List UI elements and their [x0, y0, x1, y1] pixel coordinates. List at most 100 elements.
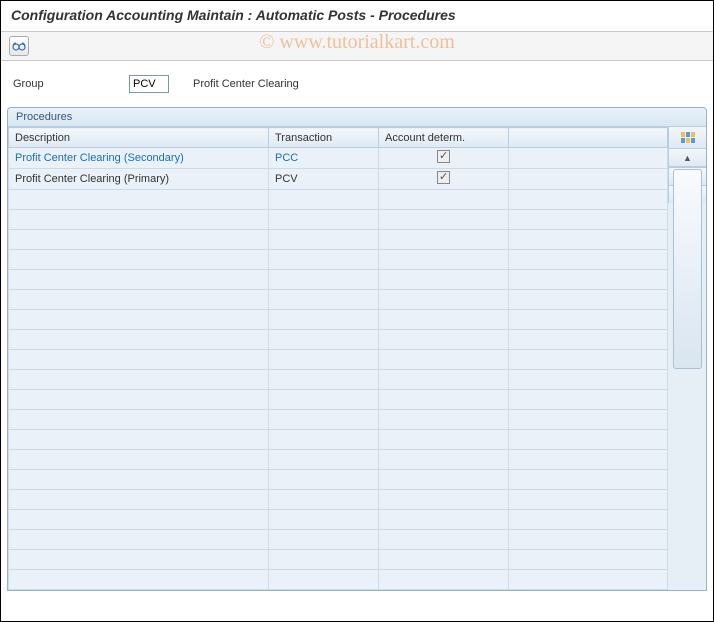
- table-row-empty[interactable]: [9, 410, 668, 430]
- cell-empty[interactable]: [9, 350, 269, 370]
- col-description[interactable]: Description: [9, 128, 269, 148]
- table-row-empty[interactable]: [9, 370, 668, 390]
- cell-empty[interactable]: [269, 370, 379, 390]
- table-row-empty[interactable]: [9, 350, 668, 370]
- cell-empty[interactable]: [269, 410, 379, 430]
- cell-empty[interactable]: [9, 230, 269, 250]
- cell-empty[interactable]: [269, 530, 379, 550]
- cell-empty[interactable]: [9, 250, 269, 270]
- cell-empty[interactable]: [379, 350, 509, 370]
- cell-empty[interactable]: [509, 210, 668, 230]
- cell-empty[interactable]: [379, 450, 509, 470]
- cell-empty[interactable]: [9, 570, 269, 590]
- cell-empty[interactable]: [269, 330, 379, 350]
- table-row-empty[interactable]: [9, 270, 668, 290]
- cell-empty[interactable]: [509, 350, 668, 370]
- cell-empty[interactable]: [269, 470, 379, 490]
- cell-empty[interactable]: [379, 550, 509, 570]
- cell-account-determ[interactable]: [379, 148, 509, 169]
- cell-empty[interactable]: [509, 450, 668, 470]
- cell-empty[interactable]: [9, 450, 269, 470]
- cell-empty[interactable]: [379, 410, 509, 430]
- cell-empty[interactable]: [509, 530, 668, 550]
- table-row-empty[interactable]: [9, 430, 668, 450]
- cell-empty[interactable]: [269, 210, 379, 230]
- cell-empty[interactable]: [269, 430, 379, 450]
- checkbox-icon[interactable]: [437, 150, 450, 163]
- cell-empty[interactable]: [9, 210, 269, 230]
- cell-empty[interactable]: [269, 310, 379, 330]
- cell-empty[interactable]: [509, 550, 668, 570]
- cell-empty[interactable]: [509, 290, 668, 310]
- cell-description[interactable]: Profit Center Clearing (Secondary): [9, 148, 269, 169]
- table-row-empty[interactable]: [9, 330, 668, 350]
- table-row-empty[interactable]: [9, 470, 668, 490]
- table-row-empty[interactable]: [9, 210, 668, 230]
- cell-empty[interactable]: [379, 310, 509, 330]
- cell-empty[interactable]: [379, 290, 509, 310]
- col-account-determ[interactable]: Account determ.: [379, 128, 509, 148]
- cell-empty[interactable]: [379, 270, 509, 290]
- table-row-empty[interactable]: [9, 570, 668, 590]
- glasses-icon-button[interactable]: [9, 36, 29, 56]
- table-row-empty[interactable]: [9, 230, 668, 250]
- cell-empty[interactable]: [379, 370, 509, 390]
- scroll-up-button[interactable]: ▲: [669, 149, 706, 167]
- cell-empty[interactable]: [379, 530, 509, 550]
- cell-empty[interactable]: [269, 390, 379, 410]
- cell-empty[interactable]: [509, 270, 668, 290]
- cell-empty[interactable]: [9, 490, 269, 510]
- cell-empty[interactable]: [509, 470, 668, 490]
- cell-empty[interactable]: [509, 490, 668, 510]
- cell-empty[interactable]: [269, 490, 379, 510]
- cell-empty[interactable]: [509, 190, 668, 210]
- table-row-empty[interactable]: [9, 450, 668, 470]
- group-input[interactable]: [129, 75, 169, 93]
- cell-empty[interactable]: [379, 230, 509, 250]
- cell-empty[interactable]: [269, 230, 379, 250]
- cell-empty[interactable]: [9, 370, 269, 390]
- cell-empty[interactable]: [379, 570, 509, 590]
- scrollbar-thumb[interactable]: [673, 169, 702, 369]
- cell-empty[interactable]: [9, 430, 269, 450]
- cell-empty[interactable]: [269, 510, 379, 530]
- cell-empty[interactable]: [269, 190, 379, 210]
- table-row-empty[interactable]: [9, 530, 668, 550]
- cell-empty[interactable]: [509, 430, 668, 450]
- cell-empty[interactable]: [379, 390, 509, 410]
- cell-empty[interactable]: [509, 370, 668, 390]
- cell-empty[interactable]: [509, 230, 668, 250]
- table-row-empty[interactable]: [9, 250, 668, 270]
- cell-empty[interactable]: [9, 390, 269, 410]
- cell-empty[interactable]: [9, 410, 269, 430]
- cell-empty[interactable]: [509, 570, 668, 590]
- cell-transaction[interactable]: PCV: [269, 169, 379, 190]
- cell-empty[interactable]: [379, 190, 509, 210]
- cell-empty[interactable]: [9, 530, 269, 550]
- cell-empty[interactable]: [509, 510, 668, 530]
- table-row-empty[interactable]: [9, 190, 668, 210]
- table-row-empty[interactable]: [9, 510, 668, 530]
- cell-empty[interactable]: [269, 550, 379, 570]
- cell-empty[interactable]: [9, 290, 269, 310]
- cell-empty[interactable]: [9, 510, 269, 530]
- cell-empty[interactable]: [269, 290, 379, 310]
- cell-empty[interactable]: [9, 270, 269, 290]
- cell-empty[interactable]: [9, 190, 269, 210]
- cell-empty[interactable]: [379, 470, 509, 490]
- cell-empty[interactable]: [9, 330, 269, 350]
- table-row-empty[interactable]: [9, 490, 668, 510]
- cell-empty[interactable]: [379, 330, 509, 350]
- table-row-empty[interactable]: [9, 290, 668, 310]
- cell-account-determ[interactable]: [379, 169, 509, 190]
- cell-empty[interactable]: [269, 270, 379, 290]
- cell-empty[interactable]: [509, 250, 668, 270]
- cell-transaction[interactable]: PCC: [269, 148, 379, 169]
- cell-description[interactable]: Profit Center Clearing (Primary): [9, 169, 269, 190]
- cell-empty[interactable]: [509, 410, 668, 430]
- col-transaction[interactable]: Transaction: [269, 128, 379, 148]
- table-row-empty[interactable]: [9, 310, 668, 330]
- table-row-empty[interactable]: [9, 390, 668, 410]
- cell-empty[interactable]: [379, 490, 509, 510]
- cell-empty[interactable]: [379, 510, 509, 530]
